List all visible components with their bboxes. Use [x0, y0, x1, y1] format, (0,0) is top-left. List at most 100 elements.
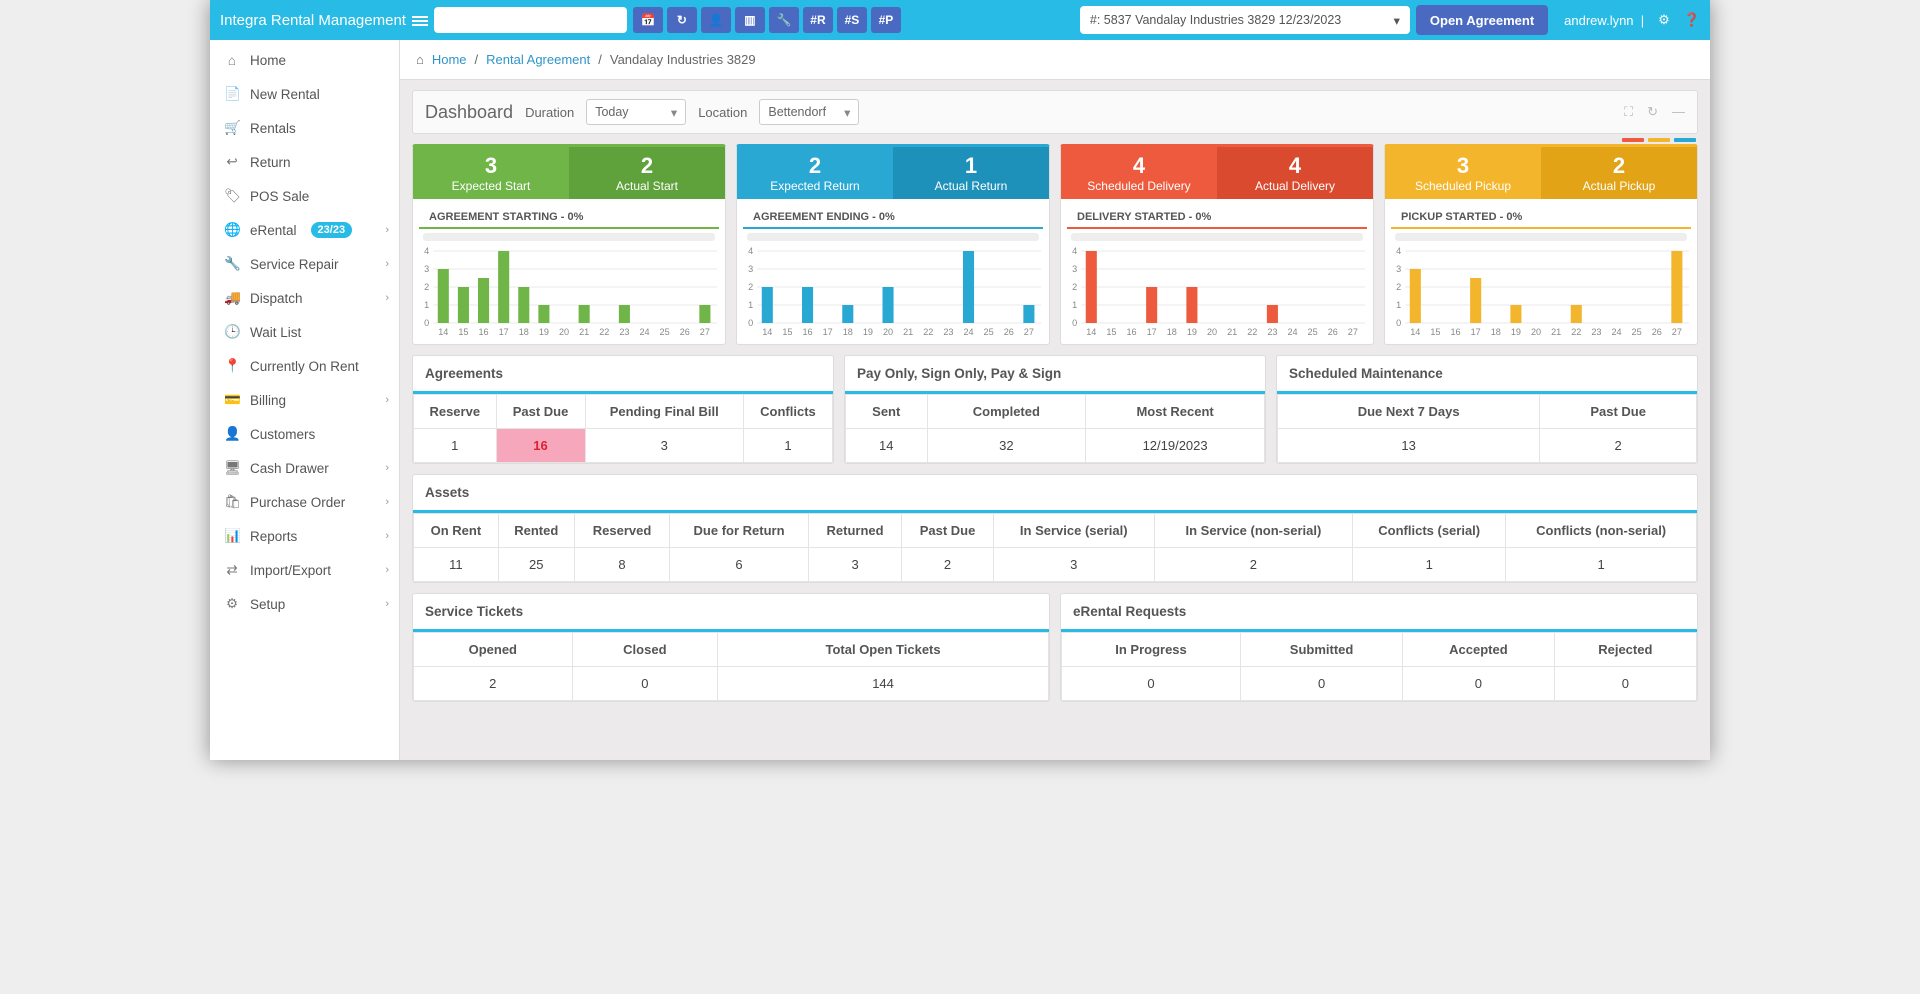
table-cell[interactable]: 6 — [670, 548, 809, 582]
sidebar-item-label: Return — [250, 155, 291, 170]
sidebar-item-rentals[interactable]: 🛒Rentals — [210, 111, 399, 145]
kpi-left-value: 3 — [1385, 153, 1541, 179]
toolbar-button-5[interactable]: #R — [803, 7, 833, 33]
accent-stripe — [1674, 138, 1696, 142]
table-cell[interactable]: 8 — [574, 548, 669, 582]
sidebar-item-erental[interactable]: 🌐eRental23/23› — [210, 213, 399, 247]
svg-text:23: 23 — [1591, 327, 1601, 337]
kpi-left[interactable]: 3 Scheduled Pickup — [1385, 147, 1541, 199]
sidebar-item-setup[interactable]: ⚙Setup› — [210, 587, 399, 621]
minimize-icon[interactable]: — — [1672, 104, 1685, 120]
crumb-rental-agreement[interactable]: Rental Agreement — [486, 52, 590, 67]
svg-text:17: 17 — [1147, 327, 1157, 337]
table-cell[interactable]: 2 — [1154, 548, 1352, 582]
sidebar-item-currently-on-rent[interactable]: 📍Currently On Rent — [210, 349, 399, 383]
toolbar-button-1[interactable]: ↻ — [667, 7, 697, 33]
table-cell[interactable]: 16 — [496, 429, 585, 463]
sidebar-item-cash-drawer[interactable]: 🖥Cash Drawer› — [210, 451, 399, 485]
sidebar-item-new-rental[interactable]: 📄New Rental — [210, 77, 399, 111]
table-cell[interactable]: 1 — [414, 429, 497, 463]
kpi-right[interactable]: 2 Actual Start — [569, 147, 725, 199]
sidebar-item-home[interactable]: ⌂Home — [210, 44, 399, 77]
maintenance-panel: Scheduled Maintenance Due Next 7 DaysPas… — [1276, 355, 1698, 464]
home-icon[interactable]: ⌂ — [416, 52, 424, 67]
help-icon[interactable]: ❓ — [1684, 12, 1700, 28]
kpi-left[interactable]: 4 Scheduled Delivery — [1061, 147, 1217, 199]
kpi-right[interactable]: 1 Actual Return — [893, 147, 1049, 199]
hamburger-icon[interactable] — [412, 14, 428, 26]
table-cell[interactable]: 2 — [414, 667, 573, 701]
sidebar-item-customers[interactable]: 👤Customers — [210, 417, 399, 451]
gear-icon[interactable]: ⚙ — [1658, 12, 1670, 28]
dashboard-bar: Dashboard Duration Today Location Betten… — [412, 90, 1698, 134]
kpi-left[interactable]: 2 Expected Return — [737, 147, 893, 199]
sidebar-item-dispatch[interactable]: 🚚Dispatch› — [210, 281, 399, 315]
sidebar-icon: 🛒 — [224, 120, 240, 136]
toolbar-button-2[interactable]: 👤 — [701, 7, 731, 33]
table-cell[interactable]: 0 — [1062, 667, 1241, 701]
toolbar-button-0[interactable]: 📅 — [633, 7, 663, 33]
table-cell[interactable]: 0 — [1554, 667, 1696, 701]
toolbar-button-4[interactable]: 🔧 — [769, 7, 799, 33]
sidebar-item-wait-list[interactable]: 🕒Wait List — [210, 315, 399, 349]
table-cell[interactable]: 14 — [846, 429, 928, 463]
table-cell[interactable]: 0 — [1241, 667, 1403, 701]
table-cell[interactable]: 32 — [927, 429, 1086, 463]
svg-text:14: 14 — [1410, 327, 1420, 337]
open-agreement-button[interactable]: Open Agreement — [1416, 5, 1548, 35]
main: ⌂ Home / Rental Agreement / Vandalay Ind… — [400, 40, 1710, 760]
table-cell[interactable]: 3 — [993, 548, 1154, 582]
table-cell[interactable]: 25 — [498, 548, 574, 582]
kpi-progress — [423, 233, 715, 241]
crumb-home[interactable]: Home — [432, 52, 467, 67]
assets-panel: Assets On RentRentedReservedDue for Retu… — [412, 474, 1698, 583]
table-cell[interactable]: 2 — [1540, 429, 1697, 463]
location-select[interactable]: Bettendorf — [759, 99, 859, 125]
agreement-select[interactable]: #: 5837 Vandalay Industries 3829 12/23/2… — [1080, 6, 1410, 34]
table-cell[interactable]: 3 — [808, 548, 901, 582]
sidebar-item-pos-sale[interactable]: 🏷POS Sale — [210, 179, 399, 213]
sidebar-item-billing[interactable]: 💳Billing› — [210, 383, 399, 417]
svg-text:0: 0 — [424, 318, 429, 328]
search-input[interactable] — [434, 7, 627, 33]
brand: Integra Rental Management — [220, 12, 428, 29]
table-cell[interactable]: 0 — [1403, 667, 1554, 701]
kpi-right[interactable]: 4 Actual Delivery — [1217, 147, 1373, 199]
table-cell[interactable]: 1 — [743, 429, 832, 463]
table-cell[interactable]: 144 — [718, 667, 1049, 701]
table-cell[interactable]: 13 — [1278, 429, 1540, 463]
table-cell[interactable]: 3 — [585, 429, 743, 463]
svg-text:20: 20 — [1531, 327, 1541, 337]
sidebar-item-reports[interactable]: 📊Reports› — [210, 519, 399, 553]
kpi-left-label: Scheduled Delivery — [1061, 179, 1217, 193]
sidebar-icon: 🛍 — [224, 494, 240, 510]
table-cell[interactable]: 11 — [414, 548, 499, 582]
kpi-right[interactable]: 2 Actual Pickup — [1541, 147, 1697, 199]
svg-text:16: 16 — [1126, 327, 1136, 337]
sidebar-item-service-repair[interactable]: 🔧Service Repair› — [210, 247, 399, 281]
sidebar-item-purchase-order[interactable]: 🛍Purchase Order› — [210, 485, 399, 519]
refresh-icon[interactable]: ↻ — [1647, 104, 1658, 120]
svg-text:1: 1 — [424, 300, 429, 310]
kpi-left[interactable]: 3 Expected Start — [413, 147, 569, 199]
col-header: Conflicts (non-serial) — [1506, 514, 1697, 548]
sidebar-icon: 🔧 — [224, 256, 240, 272]
sidebar-item-return[interactable]: ↩Return — [210, 145, 399, 179]
table-cell[interactable]: 1 — [1506, 548, 1697, 582]
expand-icon[interactable]: ⛶ — [1624, 104, 1633, 120]
col-header: Rejected — [1554, 633, 1696, 667]
svg-text:2: 2 — [424, 282, 429, 292]
table-cell[interactable]: 1 — [1353, 548, 1506, 582]
svg-text:21: 21 — [1227, 327, 1237, 337]
assets-title: Assets — [413, 475, 1697, 513]
toolbar-button-7[interactable]: #P — [871, 7, 901, 33]
table-cell[interactable]: 0 — [572, 667, 718, 701]
chevron-right-icon: › — [385, 224, 389, 236]
table-cell[interactable]: 2 — [902, 548, 994, 582]
kpi-card-1: 2 Expected Return 1 Actual Return AGREEM… — [736, 144, 1050, 345]
table-cell[interactable]: 12/19/2023 — [1086, 429, 1265, 463]
sidebar-item-import-export[interactable]: ⇄Import/Export› — [210, 553, 399, 587]
toolbar-button-3[interactable]: ▥ — [735, 7, 765, 33]
toolbar-button-6[interactable]: #S — [837, 7, 867, 33]
duration-select[interactable]: Today — [586, 99, 686, 125]
